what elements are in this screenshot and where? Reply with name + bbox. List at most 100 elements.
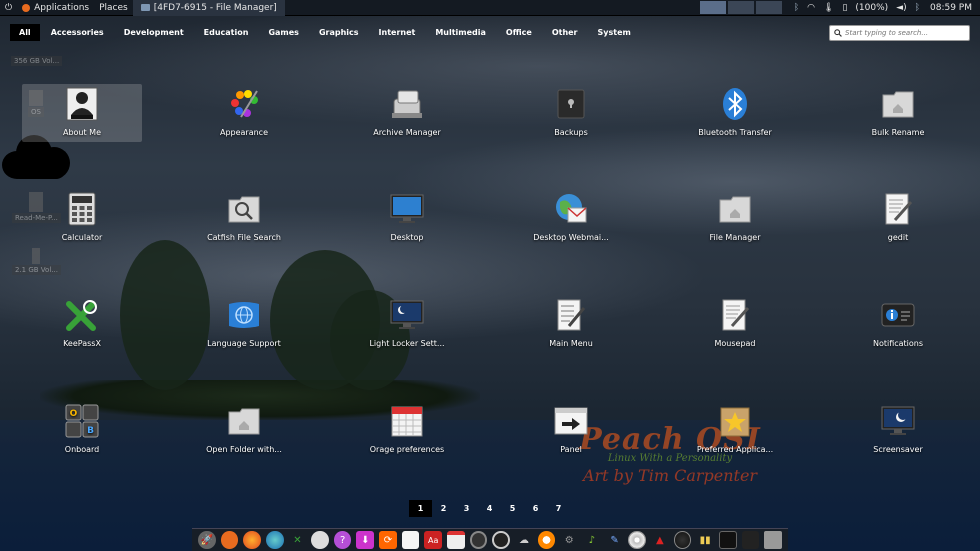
app-panel[interactable]: Panel: [511, 401, 631, 459]
peach-menu-icon[interactable]: [220, 531, 239, 549]
app-catfish-file-search[interactable]: Catfish File Search: [184, 189, 304, 247]
app-onboard[interactable]: O B Onboard: [22, 401, 142, 459]
brush-dock-icon[interactable]: ✎: [606, 531, 624, 549]
app-language-support[interactable]: Language Support: [184, 295, 304, 353]
app-orage-preferences[interactable]: Orage preferences: [347, 401, 467, 459]
app-open-folder-with[interactable]: Open Folder with...: [184, 401, 304, 459]
app-file-manager[interactable]: File Manager: [675, 189, 795, 247]
download-dock-icon[interactable]: ⬇: [356, 531, 375, 549]
calendar-dock-icon[interactable]: [447, 531, 465, 549]
document-dock-icon[interactable]: [401, 531, 420, 549]
taskbar-window-file-manager[interactable]: [4FD7-6915 - File Manager]: [132, 0, 285, 16]
category-all[interactable]: All: [10, 24, 40, 41]
app-label: Calculator: [61, 233, 103, 242]
rocket-launcher-icon[interactable]: 🚀: [198, 531, 216, 549]
app-label: gedit: [887, 233, 909, 242]
app-light-locker-settings[interactable]: Light Locker Sett...: [347, 295, 467, 353]
page-4-button[interactable]: 4: [478, 500, 501, 517]
category-accessories[interactable]: Accessories: [42, 24, 113, 41]
app-about-me[interactable]: About Me: [22, 84, 142, 142]
trash-icon[interactable]: [764, 531, 782, 549]
terminal-dock-icon[interactable]: [718, 531, 737, 549]
places-label: Places: [99, 2, 128, 13]
search-icon: [834, 29, 842, 37]
app-preferred-applications[interactable]: Preferred Applica...: [675, 401, 795, 459]
applications-menu[interactable]: Applications: [17, 0, 94, 16]
app-keepassx[interactable]: KeePassX: [22, 295, 142, 353]
power-button[interactable]: ⏻: [0, 0, 17, 16]
workspace-1[interactable]: [699, 1, 726, 14]
update-dock-icon[interactable]: ⟳: [379, 531, 397, 549]
app-bluetooth-transfer[interactable]: Bluetooth Transfer: [675, 84, 795, 142]
page-7-button[interactable]: 7: [547, 500, 570, 517]
keepassx-dock-icon[interactable]: ✕: [289, 531, 307, 549]
browser-globe-icon[interactable]: [265, 531, 284, 549]
bluetooth-tray-icon-2[interactable]: ᛒ: [915, 3, 920, 13]
page-6-button[interactable]: 6: [524, 500, 547, 517]
category-office[interactable]: Office: [497, 24, 541, 41]
onboard-key-o: O: [70, 409, 78, 419]
app-main-menu[interactable]: Main Menu: [511, 295, 631, 353]
thermometer-tray-icon[interactable]: 🌡: [823, 3, 834, 13]
disc-dock-icon[interactable]: [628, 531, 646, 549]
desktop-volume-356[interactable]: 356 GB Vol...: [11, 56, 63, 66]
blender-dock-icon[interactable]: [537, 531, 556, 549]
page-1-button[interactable]: 1: [409, 500, 432, 517]
app-notifications[interactable]: Notifications: [838, 295, 958, 353]
workspace-2[interactable]: [727, 1, 754, 14]
app-label: File Manager: [709, 233, 761, 242]
acrobat-dock-icon[interactable]: ▲: [651, 531, 669, 549]
paint-dock-icon[interactable]: ⚙: [560, 531, 578, 549]
app-mousepad[interactable]: Mousepad: [675, 295, 795, 353]
weather-dock-icon[interactable]: ☁: [515, 531, 533, 549]
category-system[interactable]: System: [589, 24, 640, 41]
media-player-dock-icon[interactable]: [673, 531, 692, 549]
wifi-tray-icon[interactable]: ◠: [807, 3, 815, 13]
music-dock-icon[interactable]: ♪: [583, 531, 601, 549]
battery-tray-icon[interactable]: ▯: [842, 3, 847, 13]
category-other[interactable]: Other: [543, 24, 587, 41]
category-multimedia[interactable]: Multimedia: [426, 24, 495, 41]
app-screensaver[interactable]: Screensaver: [838, 401, 958, 459]
app-appearance[interactable]: Appearance: [184, 84, 304, 142]
category-games[interactable]: Games: [259, 24, 308, 41]
folder-icon: [226, 403, 262, 439]
stats-dock-icon[interactable]: ▮▮: [696, 531, 714, 549]
app-backups[interactable]: Backups: [511, 84, 631, 142]
app-gedit[interactable]: gedit: [838, 189, 958, 247]
category-development[interactable]: Development: [115, 24, 193, 41]
workspace-switcher[interactable]: [695, 0, 789, 16]
volume-tray-icon[interactable]: ◄): [896, 3, 906, 13]
app-desktop[interactable]: Desktop: [347, 189, 467, 247]
bluetooth-tray-icon[interactable]: ᛒ: [794, 3, 799, 13]
clock-dock-icon[interactable]: [469, 531, 488, 549]
desktop-volume-2gb[interactable]: 2.1 GB Vol...: [12, 248, 61, 275]
monitor-dock-icon[interactable]: [741, 531, 760, 549]
battery-percent: (100%): [855, 2, 889, 13]
category-education[interactable]: Education: [195, 24, 258, 41]
clock[interactable]: 08:59 PM: [925, 0, 980, 16]
dictionary-dock-icon[interactable]: Aa: [424, 531, 443, 549]
app-label: Onboard: [64, 445, 100, 454]
page-2-button[interactable]: 2: [432, 500, 455, 517]
webcam-dock-icon[interactable]: [492, 531, 511, 549]
search-input[interactable]: [845, 29, 965, 37]
app-label: KeePassX: [63, 339, 101, 348]
app-archive-manager[interactable]: Archive Manager: [347, 84, 467, 142]
app-label: Desktop Webmai...: [533, 233, 609, 242]
app-desktop-webmail[interactable]: Desktop Webmai...: [511, 189, 631, 247]
category-internet[interactable]: Internet: [370, 24, 425, 41]
watermark-credit: Art by Tim Carpenter: [582, 466, 758, 485]
app-calculator[interactable]: Calculator: [22, 189, 142, 247]
firefox-icon[interactable]: [243, 531, 261, 549]
app-bulk-rename[interactable]: Bulk Rename: [838, 84, 958, 142]
files-dock-icon[interactable]: [311, 531, 329, 549]
places-menu[interactable]: Places: [94, 0, 133, 16]
bottom-dock: 🚀 ✕ ? ⬇ ⟳ Aa ☁ ⚙ ♪ ✎ ▲ ▮▮: [192, 528, 788, 551]
page-5-button[interactable]: 5: [501, 500, 524, 517]
page-3-button[interactable]: 3: [455, 500, 478, 517]
chat-dock-icon[interactable]: ?: [333, 531, 352, 549]
app-label: Main Menu: [549, 339, 593, 348]
category-graphics[interactable]: Graphics: [310, 24, 368, 41]
workspace-3[interactable]: [755, 1, 782, 14]
